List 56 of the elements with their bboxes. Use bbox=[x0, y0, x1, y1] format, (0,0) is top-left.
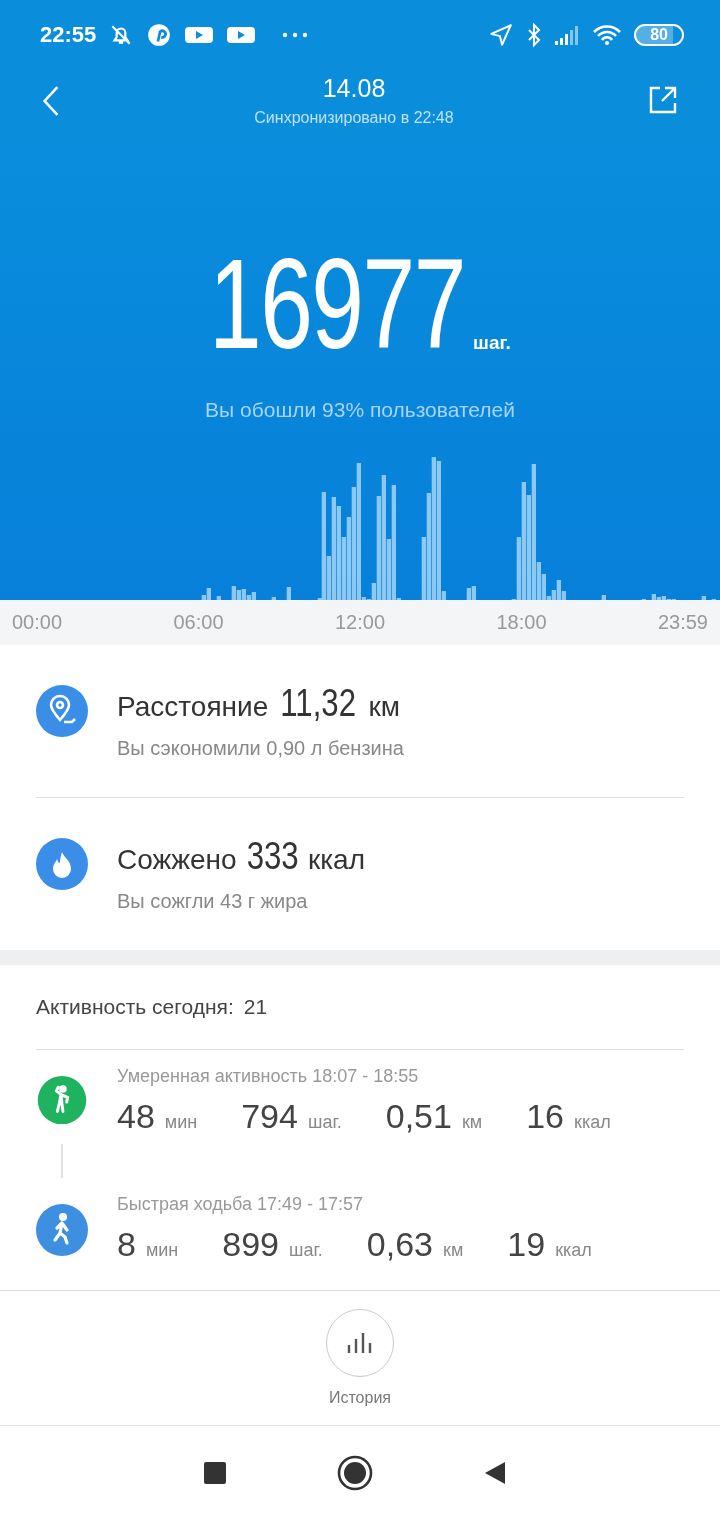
stat-unit: шаг. bbox=[307, 1112, 342, 1133]
summary-note: Вы сэкономили 0,90 л бензина bbox=[117, 737, 404, 760]
stat-value: 19 bbox=[507, 1225, 546, 1264]
more-icon bbox=[282, 32, 309, 38]
battery-icon: 80 bbox=[634, 24, 684, 46]
wifi-icon bbox=[592, 23, 623, 47]
summary-value: 333 bbox=[246, 835, 299, 878]
stat-value: 0,63 bbox=[366, 1225, 434, 1264]
stat-unit: ккал bbox=[574, 1112, 611, 1133]
time-axis-label: 23:59 bbox=[657, 611, 708, 634]
back-icon[interactable] bbox=[42, 85, 60, 117]
back-nav-icon[interactable] bbox=[483, 1461, 507, 1485]
location-arrow-icon bbox=[488, 22, 515, 48]
summary-label: Сожжено bbox=[117, 844, 237, 876]
summary-label: Расстояние bbox=[117, 691, 269, 723]
stat-value: 899 bbox=[222, 1225, 280, 1264]
stat-value: 8 bbox=[117, 1225, 136, 1264]
location-pin-icon bbox=[36, 685, 88, 737]
stat-unit: мин bbox=[145, 1240, 179, 1261]
sync-status: Синхронизировано в 22:48 bbox=[254, 109, 454, 127]
stat-unit: шаг. bbox=[289, 1240, 323, 1261]
bluetooth-icon bbox=[526, 22, 543, 48]
time-axis-label: 00:00 bbox=[12, 611, 63, 634]
summary-unit: км bbox=[368, 691, 401, 723]
date-title: 14.08 bbox=[322, 74, 386, 103]
activity-title: Активность сегодня: bbox=[36, 995, 234, 1019]
step-count: 16977 bbox=[209, 248, 466, 360]
play-icon bbox=[184, 24, 215, 46]
step-unit: шаг. bbox=[473, 332, 511, 354]
time-axis-label: 18:00 bbox=[496, 611, 547, 634]
stat-unit: км bbox=[443, 1240, 464, 1261]
stat-unit: ккал bbox=[555, 1240, 592, 1261]
summary-note: Вы сожгли 43 г жира bbox=[117, 890, 309, 913]
stat-unit: мин bbox=[164, 1112, 198, 1133]
recents-icon[interactable] bbox=[203, 1461, 227, 1485]
play-icon bbox=[226, 24, 257, 46]
stat-value: 48 bbox=[117, 1097, 155, 1136]
time-axis-label: 12:00 bbox=[334, 611, 386, 634]
activity-name: Быстрая ходьба 17:49 - 17:57 bbox=[117, 1194, 365, 1215]
time-axis-label: 06:00 bbox=[173, 611, 224, 634]
status-time: 22:55 bbox=[40, 22, 97, 48]
activity-name: Умеренная активность 18:07 - 18:55 bbox=[117, 1066, 420, 1087]
summary-value: 11,32 bbox=[280, 682, 357, 725]
share-icon[interactable] bbox=[648, 85, 678, 115]
stat-value: 0,51 bbox=[385, 1097, 452, 1136]
stat-value: 794 bbox=[241, 1097, 298, 1136]
activity-count: 21 bbox=[243, 995, 268, 1019]
logo-icon bbox=[146, 22, 173, 48]
flame-icon bbox=[36, 838, 88, 890]
summary-unit: ккал bbox=[307, 844, 365, 876]
stat-value: 16 bbox=[526, 1097, 565, 1136]
comparison-text: Вы обошли 93% пользователей bbox=[205, 398, 515, 422]
history-label: История bbox=[328, 1389, 391, 1407]
histogram-bar bbox=[286, 587, 291, 600]
home-icon[interactable] bbox=[337, 1455, 373, 1491]
stat-unit: км bbox=[461, 1112, 483, 1133]
